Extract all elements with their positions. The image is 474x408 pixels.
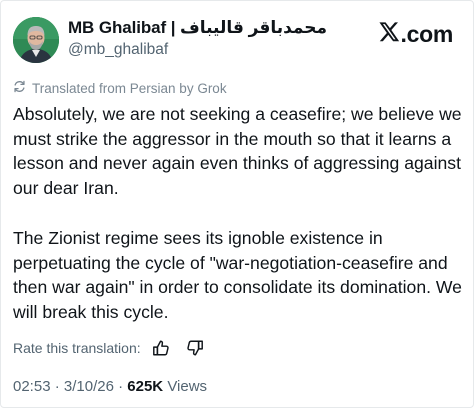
thumbs-up-icon[interactable] — [150, 337, 172, 359]
tweet-paragraph: The Zionist regime sees its ignoble exis… — [13, 227, 462, 322]
avatar-portrait-icon — [13, 17, 59, 63]
tweet-paragraph: Absolutely, we are not seeking a ceasefi… — [13, 104, 462, 199]
views-count: 625K — [127, 378, 164, 395]
tweet-body: Absolutely, we are not seeking a ceasefi… — [13, 102, 468, 325]
meta-separator: · — [118, 378, 124, 395]
views-label: Views — [167, 378, 208, 395]
tweet-card: MB Ghalibaf | محمدباقر قالیباف @mb_ghali… — [0, 0, 474, 408]
tweet-header: MB Ghalibaf | محمدباقر قالیباف @mb_ghali… — [13, 15, 463, 65]
avatar[interactable] — [13, 17, 59, 63]
translation-note-text: Translated from Persian by Grok — [32, 80, 227, 96]
translation-note: Translated from Persian by Grok — [13, 80, 227, 96]
x-brand: .com — [378, 21, 454, 48]
brand-text: .com — [400, 21, 454, 47]
tweet-date[interactable]: 3/10/26 — [64, 378, 114, 395]
translate-icon — [13, 80, 26, 96]
tweet-time[interactable]: 02:53 — [13, 378, 51, 395]
rate-translation-row: Rate this translation: — [13, 337, 218, 359]
x-logo-icon — [378, 22, 400, 47]
author-display-name[interactable]: MB Ghalibaf | محمدباقر قالیباف — [68, 18, 368, 38]
author-handle[interactable]: @mb_ghalibaf — [68, 41, 368, 59]
tweet-meta: 02:53 · 3/10/26 · 625K Views — [13, 378, 207, 395]
meta-separator: · — [54, 378, 60, 395]
thumbs-down-icon[interactable] — [184, 337, 206, 359]
rate-translation-label: Rate this translation: — [13, 340, 141, 356]
author-info: MB Ghalibaf | محمدباقر قالیباف @mb_ghali… — [68, 18, 368, 59]
